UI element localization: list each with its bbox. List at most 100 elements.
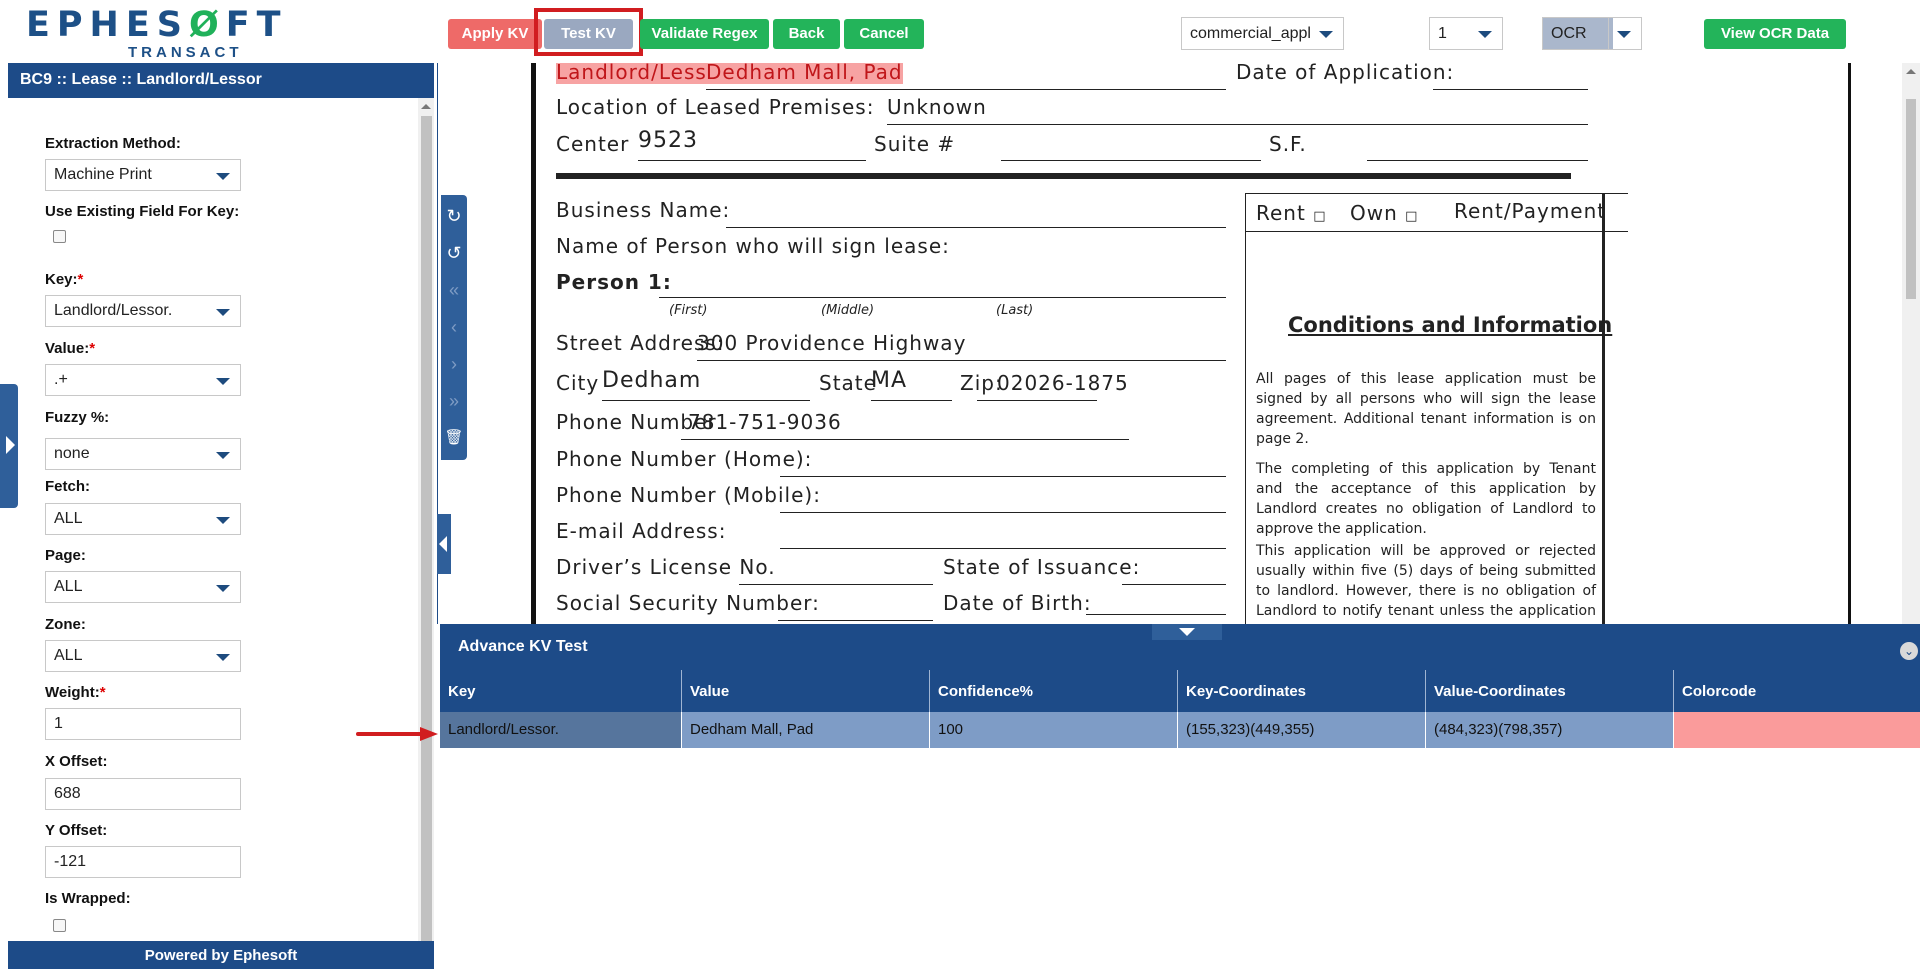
- scroll-up-icon[interactable]: [421, 104, 431, 109]
- previous-page-icon[interactable]: ‹: [441, 312, 467, 342]
- street-value: 300 Providence Highway: [697, 331, 967, 355]
- license-label: Driver’s License No.: [556, 555, 776, 579]
- next-page-icon[interactable]: ›: [441, 349, 467, 379]
- key-select[interactable]: Landlord/Lessor.: [45, 295, 241, 327]
- is-wrapped-checkbox[interactable]: [53, 919, 66, 932]
- y-offset-label: Y Offset:: [45, 822, 108, 839]
- fetch-label: Fetch:: [45, 478, 90, 495]
- cell-colorcode[interactable]: [1674, 712, 1920, 748]
- date-of-application-label: Date of Application:: [1236, 63, 1455, 84]
- viewer-scrollbar[interactable]: [1902, 63, 1920, 624]
- chevron-down-circle-icon[interactable]: ⌄: [1900, 642, 1918, 660]
- first-page-icon[interactable]: «: [441, 275, 467, 305]
- zip-value: 02026-1875: [997, 371, 1129, 395]
- column-header-value-coordinates[interactable]: Value-Coordinates: [1426, 670, 1674, 712]
- conditions-heading: Conditions and Information: [1288, 313, 1613, 337]
- fuzzy-label: Fuzzy %:: [45, 409, 110, 426]
- rent-checkbox-icon: □: [1313, 209, 1327, 224]
- person1-label: Person 1:: [556, 270, 672, 294]
- phone-home-label: Phone Number (Home):: [556, 447, 813, 471]
- chevron-down-icon: [216, 517, 230, 524]
- rent-payment-label: Rent/Payment: [1454, 199, 1607, 223]
- validate-regex-button[interactable]: Validate Regex: [640, 19, 769, 49]
- ephesoft-logo: EPHESØFT TRANSACT: [26, 5, 288, 61]
- chevron-down-icon: [1478, 31, 1492, 38]
- collapse-panel-tab[interactable]: [437, 514, 451, 574]
- cancel-button[interactable]: Cancel: [844, 19, 924, 49]
- page-filter-select[interactable]: ALL: [45, 571, 241, 603]
- phone-mobile-label: Phone Number (Mobile):: [556, 483, 821, 507]
- column-header-key-coordinates[interactable]: Key-Coordinates: [1178, 670, 1426, 712]
- cell-value-coordinates[interactable]: (484,323)(798,357): [1426, 712, 1674, 748]
- ocr-select[interactable]: OCR: [1542, 17, 1642, 50]
- last-page-icon[interactable]: »: [441, 386, 467, 416]
- rotate-clockwise-icon[interactable]: ↻: [441, 201, 467, 231]
- page-select[interactable]: 1: [1429, 17, 1503, 50]
- value-select[interactable]: .+: [45, 364, 241, 396]
- kv-panel-header: Advance KV Test ⌄: [440, 624, 1920, 670]
- expand-panel-tab[interactable]: [0, 384, 18, 508]
- email-label: E-mail Address:: [556, 519, 727, 543]
- use-existing-field-checkbox[interactable]: [53, 230, 66, 243]
- scroll-up-icon[interactable]: [1906, 69, 1916, 74]
- document-select-value: commercial_appl: [1190, 25, 1311, 42]
- powered-by-footer: Powered by Ephesoft: [8, 941, 434, 969]
- scroll-thumb[interactable]: [1906, 99, 1916, 299]
- center-label: Center: [556, 132, 630, 156]
- extraction-method-select[interactable]: Machine Print: [45, 159, 241, 191]
- y-offset-input[interactable]: -121: [45, 846, 241, 878]
- cell-value[interactable]: Dedham Mall, Pad: [682, 712, 930, 748]
- chevron-down-icon: [1179, 628, 1195, 636]
- table-row[interactable]: Landlord/Lessor. Dedham Mall, Pad 100 (1…: [440, 712, 1920, 748]
- logo-subtitle: TRANSACT: [128, 44, 243, 61]
- view-ocr-data-button[interactable]: View OCR Data: [1704, 19, 1846, 49]
- first-hint: (First): [669, 303, 708, 318]
- document-viewer[interactable]: Landlord/Lessor: Dedham Mall, Pad Date o…: [437, 63, 1920, 624]
- chevron-down-icon: [1617, 31, 1631, 38]
- landlord-value-highlight: Dedham Mall, Pad: [706, 63, 903, 84]
- state-issuance-label: State of Issuance:: [943, 555, 1141, 579]
- column-header-confidence[interactable]: Confidence%: [930, 670, 1178, 712]
- scroll-thumb[interactable]: [421, 116, 432, 946]
- page-select-value: 1: [1438, 25, 1447, 42]
- business-name-label: Business Name:: [556, 198, 731, 222]
- column-header-key[interactable]: Key: [440, 670, 682, 712]
- cell-key-coordinates[interactable]: (155,323)(449,355): [1178, 712, 1426, 748]
- conditions-paragraph-3: This application will be approved or rej…: [1256, 543, 1596, 624]
- field-config-panel: BC9 :: Lease :: Landlord/Lessor Extracti…: [8, 63, 434, 969]
- zone-select[interactable]: ALL: [45, 640, 241, 672]
- own-label: Own □: [1350, 201, 1419, 225]
- apply-kv-button[interactable]: Apply KV: [448, 19, 542, 49]
- cell-confidence[interactable]: 100: [930, 712, 1178, 748]
- fuzzy-select[interactable]: none: [45, 438, 241, 470]
- city-label: City: [556, 371, 600, 395]
- x-offset-input[interactable]: 688: [45, 778, 241, 810]
- kv-table-header: Key Value Confidence% Key-Coordinates Va…: [440, 670, 1920, 712]
- ocr-select-value: OCR: [1551, 25, 1587, 42]
- center-value: 9523: [638, 128, 698, 153]
- column-header-value[interactable]: Value: [682, 670, 930, 712]
- extraction-method-label: Extraction Method:: [45, 135, 181, 152]
- trash-icon[interactable]: 🗑: [441, 423, 467, 453]
- location-label: Location of Leased Premises:: [556, 95, 875, 119]
- state-label: State: [819, 371, 877, 395]
- cell-key[interactable]: Landlord/Lessor.: [440, 712, 682, 748]
- collapse-kv-tab[interactable]: [1152, 624, 1222, 640]
- page-label: Page:: [45, 547, 86, 564]
- weight-label: Weight:*: [45, 684, 106, 701]
- key-label: Key:*: [45, 271, 84, 288]
- conditions-paragraph-2: The completing of this application by Te…: [1256, 461, 1596, 537]
- person-sign-label: Name of Person who will sign lease:: [556, 234, 950, 258]
- sf-label: S.F.: [1269, 132, 1307, 156]
- panel-scrollbar[interactable]: [418, 98, 434, 968]
- rotate-counterclockwise-icon[interactable]: ↺: [441, 238, 467, 268]
- column-header-colorcode[interactable]: Colorcode: [1674, 670, 1920, 712]
- rent-label: Rent □: [1256, 201, 1327, 225]
- weight-input[interactable]: 1: [45, 708, 241, 740]
- back-button[interactable]: Back: [773, 19, 840, 49]
- chevron-down-icon: [216, 309, 230, 316]
- document-select[interactable]: commercial_appl: [1181, 17, 1344, 50]
- fetch-select[interactable]: ALL: [45, 503, 241, 535]
- dob-label: Date of Birth:: [943, 591, 1092, 615]
- use-existing-field-label: Use Existing Field For Key:: [45, 203, 240, 220]
